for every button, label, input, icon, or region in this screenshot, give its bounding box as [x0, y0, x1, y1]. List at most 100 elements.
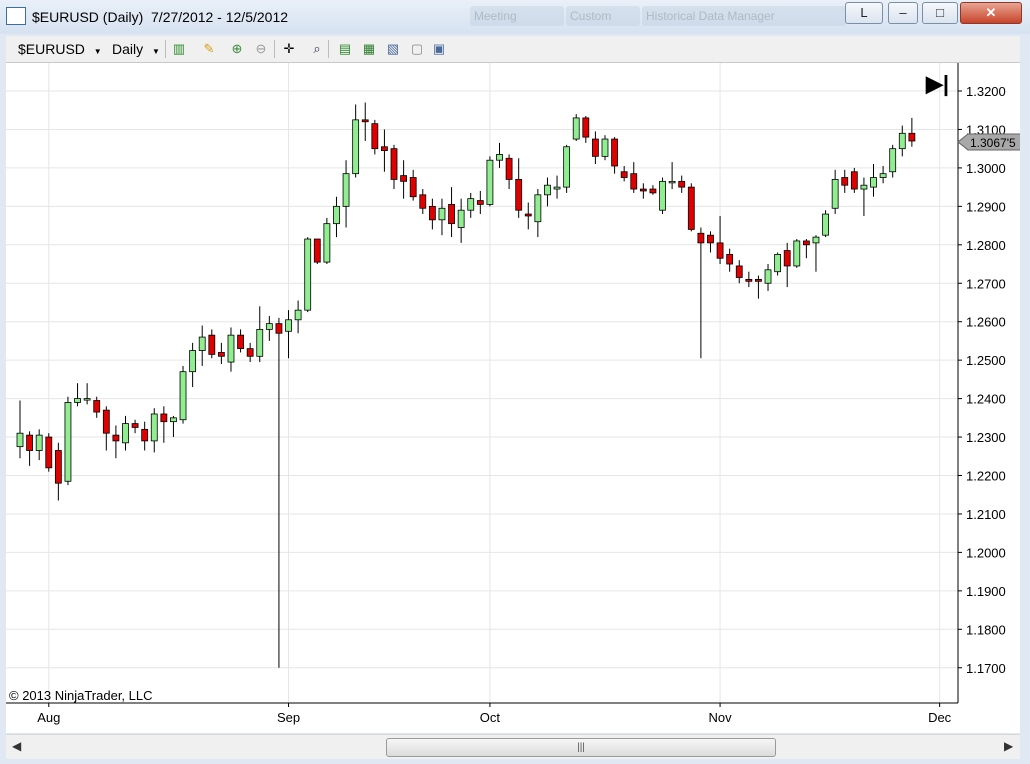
candle — [227, 327, 235, 372]
candle — [74, 383, 81, 407]
candle-body-down — [592, 138, 599, 157]
candle-body-up — [170, 417, 177, 423]
candle — [563, 144, 571, 193]
candle — [371, 119, 379, 155]
candle — [697, 227, 705, 359]
candle-body-down — [141, 428, 149, 442]
candle-body-up — [265, 323, 273, 330]
date-tick-labels: Aug Sep Oct Nov Dec — [37, 703, 952, 725]
candle — [639, 183, 647, 199]
candle-body-down — [275, 323, 283, 334]
zoom-in-icon[interactable]: ⊕ — [228, 40, 246, 58]
pencil-drawing-icon[interactable]: ✎ — [200, 40, 218, 58]
scrollbar-thumb[interactable]: ||| — [386, 738, 776, 757]
candle-body-up — [870, 177, 877, 188]
candle — [515, 158, 523, 218]
candle — [735, 260, 743, 284]
candle — [850, 167, 858, 193]
date-tick-label: Aug — [37, 710, 60, 725]
close-button[interactable]: ✕ — [960, 2, 1022, 24]
price-tick-label: 1.2700 — [966, 276, 1006, 291]
candle-body-up — [179, 371, 187, 421]
candle-body-down — [755, 279, 762, 282]
candle-body-down — [419, 194, 427, 209]
interval-selector[interactable]: Daily ▼ — [112, 39, 160, 59]
window-title: $EURUSD (Daily) 7/27/2012 - 12/5/2012 — [32, 9, 289, 25]
candle — [409, 169, 417, 201]
magnifier-icon[interactable]: ⌕ — [308, 40, 326, 58]
current-price-label: 1.3067'5 — [970, 136, 1016, 150]
price-tick-label: 1.2300 — [966, 430, 1006, 445]
properties-icon[interactable]: ▧ — [384, 40, 402, 58]
candle-body-down — [476, 200, 484, 205]
candle — [217, 342, 225, 364]
candle-body-down — [93, 400, 101, 413]
candle — [428, 198, 436, 230]
copy-icon[interactable]: ▢ — [408, 40, 426, 58]
candle-body-up — [256, 328, 264, 357]
go-to-end-button[interactable]: ▶| — [925, 71, 949, 96]
candle — [870, 164, 877, 197]
candle-body-down — [783, 250, 791, 267]
candle-body-down — [630, 173, 638, 190]
candle-body-up — [496, 154, 503, 161]
candle — [16, 400, 24, 459]
background-tab-meeting: Meeting — [470, 6, 564, 26]
candle — [170, 415, 177, 438]
candle-body-down — [400, 175, 408, 182]
date-tick-label: Dec — [928, 710, 952, 725]
candle — [246, 342, 254, 363]
price-tick-label: 1.3200 — [966, 84, 1006, 99]
candle — [333, 196, 340, 238]
maximize-button[interactable]: □ — [922, 2, 958, 24]
scroll-right-arrow-icon[interactable]: ▶ — [1004, 739, 1013, 753]
candle — [448, 187, 455, 238]
candle-body-down — [611, 138, 618, 167]
chevron-down-icon: ▼ — [152, 47, 160, 56]
candle-body-up — [553, 186, 561, 190]
candle — [112, 425, 120, 459]
candle — [678, 175, 686, 193]
candle — [831, 169, 839, 215]
chart-style-icon[interactable]: ▥ — [170, 40, 188, 58]
candle-body-down — [505, 157, 513, 180]
candle — [572, 114, 580, 141]
indicators-icon[interactable]: ▤ — [336, 40, 354, 58]
crosshair-icon[interactable]: ✛ — [280, 40, 298, 58]
candle — [822, 210, 829, 238]
candle — [294, 300, 302, 334]
candle — [179, 365, 187, 424]
copyright-text: © 2013 NinjaTrader, LLC — [9, 688, 153, 703]
chart-area[interactable]: 1.3200 1.3100 1.3000 1.2900 1.2800 1.2700 1.26… — [6, 63, 1023, 733]
candle-body-down — [678, 180, 686, 188]
strategies-icon[interactable]: ▦ — [360, 40, 378, 58]
candle-body-up — [572, 117, 580, 140]
candle-body-up — [438, 207, 446, 221]
candle — [476, 190, 484, 215]
candle — [313, 238, 321, 265]
data-box-icon[interactable]: ▣ — [430, 40, 448, 58]
zoom-out-icon[interactable]: ⊖ — [252, 40, 270, 58]
candle-body-up — [831, 179, 839, 209]
candle-body-up — [294, 309, 302, 321]
candle — [400, 160, 408, 199]
candle-body-up — [74, 398, 81, 403]
candle — [83, 383, 91, 405]
instrument-selector[interactable]: $EURUSD ▼ — [18, 39, 102, 59]
candle-body-down — [371, 123, 379, 150]
candle-body-down — [160, 413, 168, 423]
candle — [716, 215, 724, 265]
price-tick-label: 1.2200 — [966, 469, 1006, 484]
link-button[interactable]: L — [845, 2, 883, 24]
candle-body-down — [390, 148, 398, 180]
candle-body-down — [381, 146, 388, 151]
scroll-left-arrow-icon[interactable]: ◀ — [12, 739, 21, 753]
candle-body-up — [198, 336, 206, 351]
candle — [592, 131, 599, 165]
candle-body-down — [639, 188, 647, 192]
minimize-button[interactable]: – — [888, 2, 918, 24]
horizontal-scrollbar[interactable]: ◀ ||| ▶ — [6, 734, 1020, 759]
price-tick-label: 1.2100 — [966, 507, 1006, 522]
candle — [102, 406, 110, 451]
candlestick-chart[interactable]: 1.32001.31001.30001.29001.28001.27001.26… — [6, 63, 1023, 733]
